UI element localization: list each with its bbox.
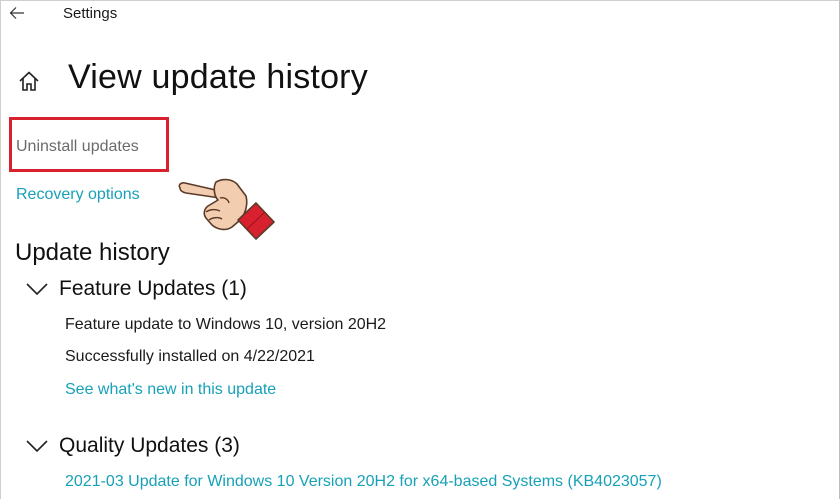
feature-updates-group-toggle[interactable]: Feature Updates (1) [25,277,247,301]
quality-updates-label: Quality Updates (3) [59,434,240,457]
update-history-heading: Update history [15,239,170,266]
chevron-down-icon [25,438,49,454]
back-arrow-icon [9,7,24,19]
home-icon [19,71,39,91]
update-entry-name: Feature update to Windows 10, version 20… [65,316,387,333]
uninstall-updates-link[interactable]: Uninstall updates [16,138,139,156]
quality-updates-group-toggle[interactable]: Quality Updates (3) [25,434,240,458]
app-title: Settings [63,5,118,22]
recovery-options-link[interactable]: Recovery options [16,186,140,204]
feature-updates-label: Feature Updates (1) [59,277,247,300]
update-entry-status: Successfully installed on 4/22/2021 [65,348,315,365]
pointing-hand-icon [178,178,275,240]
see-whats-new-link[interactable]: See what's new in this update [65,381,276,399]
back-button[interactable] [6,3,28,23]
title-bar: Settings [0,0,840,28]
chevron-down-icon [25,281,49,297]
quality-update-link[interactable]: 2021-03 Update for Windows 10 Version 20… [65,473,662,491]
page-title: View update history [68,58,368,96]
home-button[interactable] [16,68,42,94]
